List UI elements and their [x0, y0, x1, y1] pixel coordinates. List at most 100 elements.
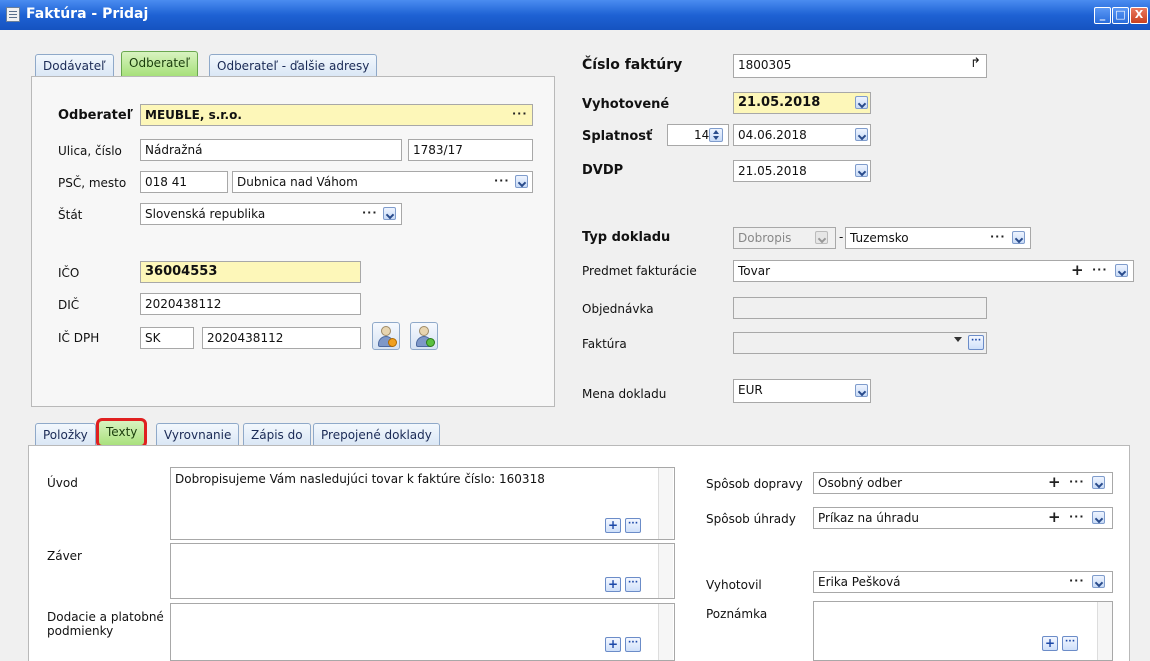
- typ-dash: -: [839, 230, 844, 244]
- dodacie-browse-button[interactable]: ···: [625, 637, 641, 652]
- doprava-add-button[interactable]: +: [1048, 475, 1061, 490]
- dic-label: DIČ: [58, 298, 80, 312]
- poznamka-label: Poznámka: [706, 607, 768, 621]
- zaver-label: Záver: [47, 549, 82, 563]
- uvod-textarea[interactable]: Dobropisujeme Vám nasledujúci tovar k fa…: [170, 467, 675, 540]
- icdph-prefix-field[interactable]: SK: [140, 327, 194, 349]
- doprava-field[interactable]: Osobný odber: [813, 472, 1113, 494]
- splatnost-label: Splatnosť: [582, 129, 653, 144]
- objednavka-label: Objednávka: [582, 302, 654, 316]
- uhrada-dropdown-button[interactable]: [1092, 511, 1105, 524]
- vyhotovene-calendar-button[interactable]: [855, 96, 868, 109]
- vyhotovil-label: Vyhotovil: [706, 578, 762, 592]
- splatnost-field[interactable]: 04.06.2018: [733, 124, 871, 146]
- faktura-browse-button[interactable]: ···: [968, 335, 984, 350]
- uvod-scrollbar[interactable]: [658, 468, 673, 539]
- uhrada-add-button[interactable]: +: [1048, 510, 1061, 525]
- cislo-faktury-field[interactable]: 1800305: [733, 54, 987, 78]
- poznamka-browse-button[interactable]: ···: [1062, 636, 1078, 651]
- mena-field[interactable]: EUR: [733, 379, 871, 403]
- uhrada-field[interactable]: Príkaz na úhradu: [813, 507, 1113, 529]
- vyhotovil-dropdown-button[interactable]: [1092, 575, 1105, 588]
- splatnost-calendar-button[interactable]: [855, 128, 868, 141]
- zaver-browse-button[interactable]: ···: [625, 577, 641, 592]
- doprava-label: Spôsob dopravy: [706, 477, 803, 491]
- minimize-button[interactable]: _: [1094, 7, 1111, 24]
- icdph-field[interactable]: 2020438112: [202, 327, 361, 349]
- typ-dokladu-dropdown-button: [815, 231, 828, 244]
- tab-texty[interactable]: Texty: [95, 418, 148, 448]
- vyhotovil-browse-button[interactable]: ···: [1069, 574, 1085, 587]
- zaver-add-button[interactable]: +: [605, 577, 621, 592]
- dodacie-add-button[interactable]: +: [605, 637, 621, 652]
- psc-field[interactable]: 018 41: [140, 171, 228, 193]
- poznamka-add-button[interactable]: +: [1042, 636, 1058, 651]
- uvod-browse-button[interactable]: ···: [625, 518, 641, 533]
- predmet-label: Predmet fakturácie: [582, 264, 697, 278]
- stat-browse-button[interactable]: ···: [362, 206, 378, 219]
- tab-dodavatel[interactable]: Dodávateľ: [35, 54, 114, 77]
- ulica-field[interactable]: Nádražná: [140, 139, 402, 161]
- cislo-faktury-label: Číslo faktúry: [582, 57, 683, 73]
- typ-tuzemsko-browse-button[interactable]: ···: [990, 230, 1006, 243]
- mesto-browse-button[interactable]: ···: [494, 174, 510, 187]
- dvdp-calendar-button[interactable]: [855, 164, 868, 177]
- close-button[interactable]: X: [1130, 7, 1148, 24]
- mena-dropdown-button[interactable]: [855, 384, 868, 397]
- ulica-label: Ulica, číslo: [58, 144, 122, 158]
- dodacie-label-line2: podmienky: [47, 624, 114, 638]
- faktura-label: Faktúra: [582, 337, 627, 351]
- faktura-field[interactable]: [733, 332, 987, 354]
- odberatel-browse-button[interactable]: ···: [512, 107, 528, 120]
- ico-field[interactable]: 36004553: [140, 261, 361, 283]
- vyhotovene-field[interactable]: 21.05.2018: [733, 92, 871, 114]
- odberatel-field[interactable]: MEUBLE, s.r.o.: [140, 104, 533, 126]
- mesto-field[interactable]: Dubnica nad Váhom: [232, 171, 533, 193]
- cislo-field[interactable]: 1783/17: [408, 139, 533, 161]
- maximize-button[interactable]: □: [1112, 7, 1129, 24]
- splatnost-days-spinner[interactable]: [709, 128, 723, 142]
- faktura-arrow-icon[interactable]: [954, 337, 962, 342]
- doprava-dropdown-button[interactable]: [1092, 476, 1105, 489]
- odberatel-label: Odberateľ: [58, 108, 133, 123]
- tab-prepojene-doklady[interactable]: Prepojené doklady: [313, 423, 440, 446]
- predmet-browse-button[interactable]: ···: [1092, 263, 1108, 276]
- typ-tuzemsko-dropdown-button[interactable]: [1012, 231, 1025, 244]
- typ-dokladu-label: Typ dokladu: [582, 230, 671, 245]
- verify-vat-icon[interactable]: [372, 322, 400, 350]
- stat-label: Štát: [58, 208, 83, 222]
- title-bar: Faktúra - Pridaj _ □ X: [0, 0, 1150, 30]
- ico-label: IČO: [58, 266, 80, 280]
- psc-mesto-label: PSČ, mesto: [58, 176, 127, 190]
- zaver-textarea[interactable]: [170, 543, 675, 599]
- add-contact-icon[interactable]: [410, 322, 438, 350]
- uvod-label: Úvod: [47, 476, 78, 490]
- tab-vyrovnanie[interactable]: Vyrovnanie: [156, 423, 240, 446]
- poznamka-scrollbar[interactable]: [1097, 602, 1112, 660]
- dic-field[interactable]: 2020438112: [140, 293, 361, 315]
- mesto-dropdown-button[interactable]: [515, 175, 528, 188]
- dodacie-scrollbar[interactable]: [658, 604, 673, 660]
- tab-polozky[interactable]: Položky: [35, 423, 96, 446]
- vyhotovene-label: Vyhotovené: [582, 97, 670, 112]
- vyhotovil-field[interactable]: Erika Pešková: [813, 571, 1113, 593]
- tab-odberatel-dalsie-adresy[interactable]: Odberateľ - ďalšie adresy: [209, 54, 378, 77]
- predmet-dropdown-button[interactable]: [1115, 264, 1128, 277]
- dodacie-textarea[interactable]: [170, 603, 675, 661]
- redo-number-icon[interactable]: ↱: [970, 56, 981, 71]
- tab-zapis-do[interactable]: Zápis do: [243, 423, 311, 446]
- stat-dropdown-button[interactable]: [383, 207, 396, 220]
- dodacie-label-line1: Dodacie a platobné: [47, 610, 164, 624]
- dvdp-field[interactable]: 21.05.2018: [733, 160, 871, 182]
- uhrada-label: Spôsob úhrady: [706, 512, 796, 526]
- document-icon: [6, 7, 20, 22]
- poznamka-textarea[interactable]: [813, 601, 1113, 661]
- predmet-add-button[interactable]: +: [1071, 263, 1084, 278]
- zaver-scrollbar[interactable]: [658, 544, 673, 598]
- objednavka-field: [733, 297, 987, 319]
- tab-odberatel[interactable]: Odberateľ: [121, 51, 198, 76]
- uhrada-browse-button[interactable]: ···: [1069, 510, 1085, 523]
- doprava-browse-button[interactable]: ···: [1069, 475, 1085, 488]
- uvod-add-button[interactable]: +: [605, 518, 621, 533]
- mena-label: Mena dokladu: [582, 387, 667, 401]
